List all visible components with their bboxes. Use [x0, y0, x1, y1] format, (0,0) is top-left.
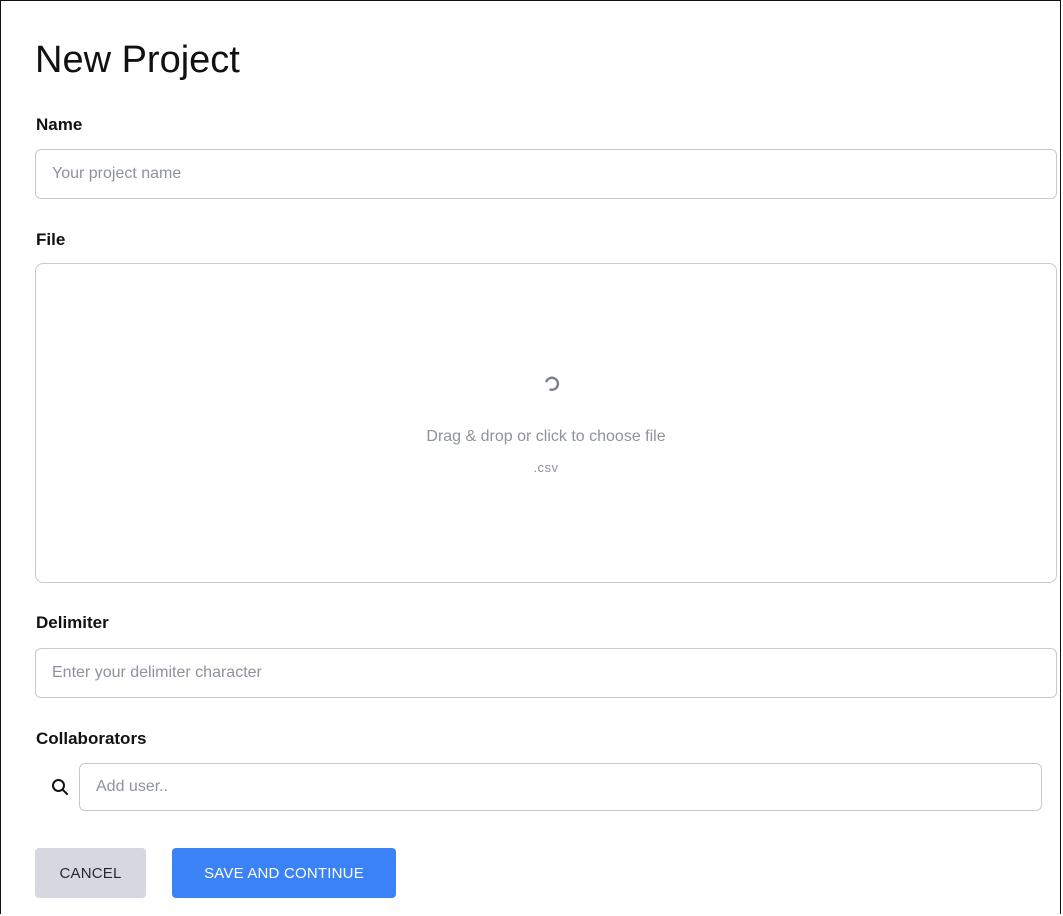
save-and-continue-button[interactable]: SAVE AND CONTINUE: [172, 848, 396, 898]
file-dropzone[interactable]: [35, 263, 1057, 583]
accepted-file-type: .csv: [533, 460, 559, 475]
page-title: New Project: [35, 39, 240, 81]
dropzone-instruction: Drag & drop or click to choose file: [426, 428, 666, 445]
file-label: File: [36, 230, 66, 249]
collaborators-label: Collaborators: [36, 729, 147, 748]
cancel-button[interactable]: CANCEL: [35, 848, 146, 898]
new-project-form: New Project Name File Drag & drop or cli…: [0, 0, 1061, 914]
loading-spinner-icon: [545, 376, 560, 391]
add-user-input[interactable]: [79, 763, 1042, 811]
name-label: Name: [36, 115, 83, 134]
search-icon: [52, 779, 68, 795]
delimiter-input[interactable]: [35, 648, 1057, 698]
delimiter-label: Delimiter: [36, 613, 109, 632]
project-name-input[interactable]: [35, 149, 1057, 199]
